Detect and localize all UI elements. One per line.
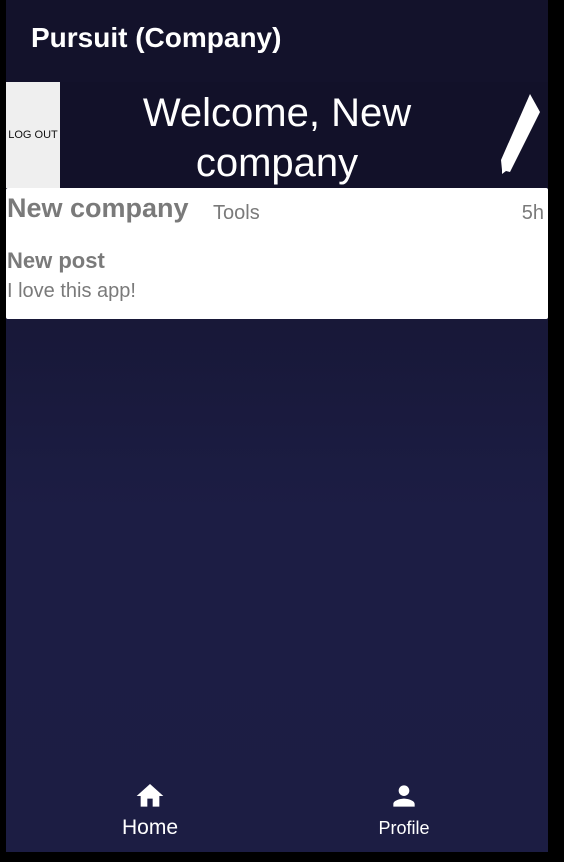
post-title: New post bbox=[7, 248, 105, 273]
nav-home-label: Home bbox=[121, 816, 179, 839]
post-body: I love this app! bbox=[7, 280, 136, 302]
person-icon bbox=[393, 785, 415, 807]
nav-home-tab[interactable]: Home bbox=[80, 772, 220, 852]
compose-post-button[interactable] bbox=[494, 92, 544, 176]
nav-profile-label: Profile bbox=[378, 818, 430, 838]
pencil-icon bbox=[501, 94, 540, 174]
app-screen: Pursuit (Company) LOG OUT Welcome, New c… bbox=[6, 0, 548, 852]
logout-button[interactable]: LOG OUT bbox=[6, 82, 60, 188]
post-timestamp: 5h bbox=[521, 202, 544, 224]
app-title: Pursuit (Company) bbox=[31, 22, 282, 53]
nav-profile-tab[interactable]: Profile bbox=[334, 772, 474, 852]
welcome-text: Welcome, New company bbox=[142, 91, 412, 185]
bottom-nav: Home Profile bbox=[6, 772, 548, 852]
post-category: Tools bbox=[213, 202, 260, 224]
home-icon bbox=[136, 784, 164, 807]
app-bar: Pursuit (Company) bbox=[6, 0, 548, 82]
welcome-header: LOG OUT Welcome, New company bbox=[6, 82, 548, 188]
post-author: New company bbox=[7, 193, 189, 223]
post-card[interactable]: New company Tools 5h New post I love thi… bbox=[6, 188, 548, 319]
